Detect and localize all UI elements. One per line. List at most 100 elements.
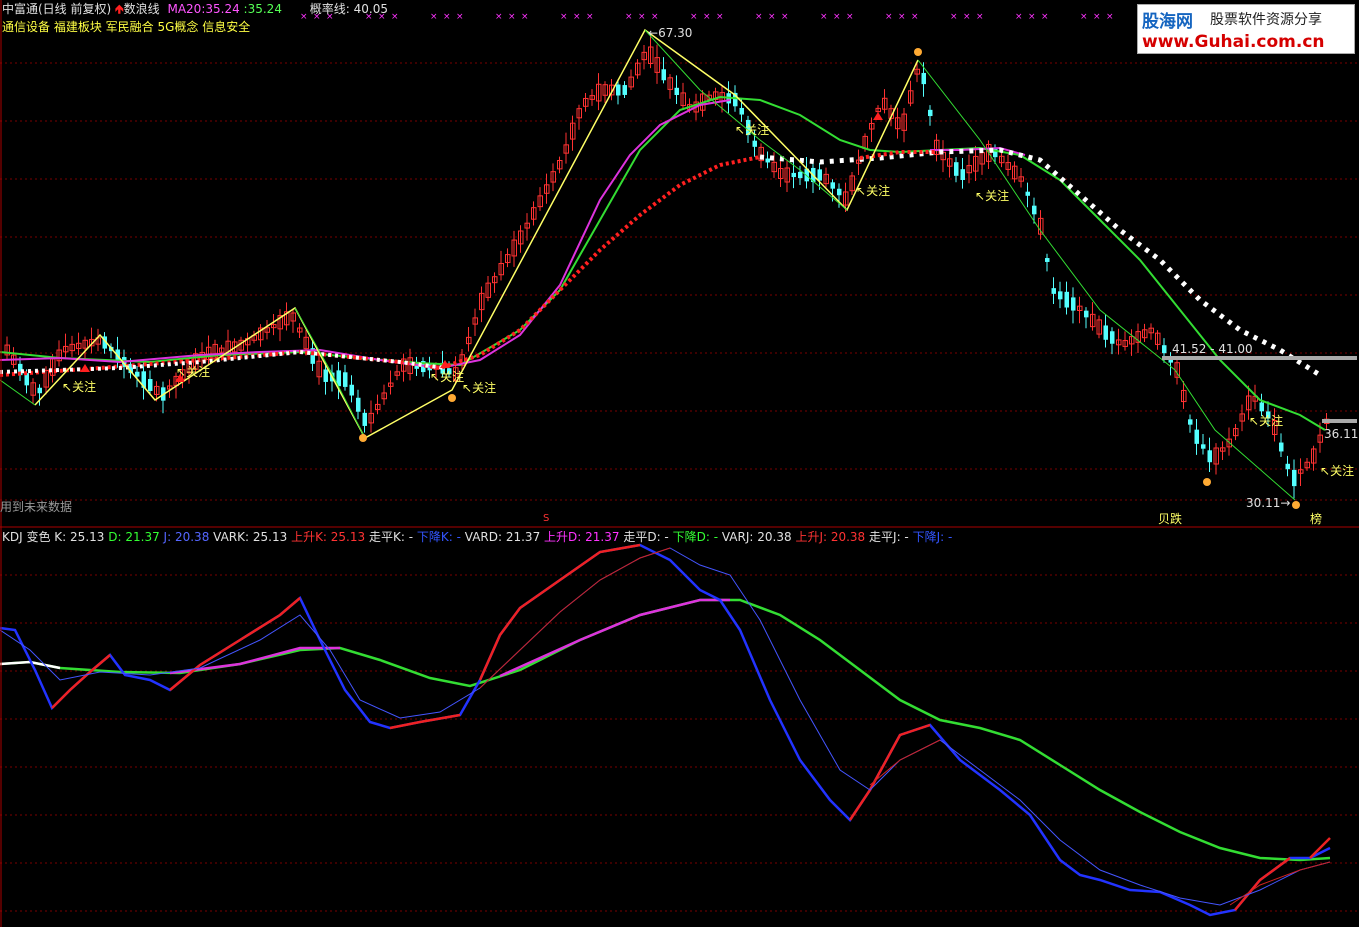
candle-body [1207,450,1212,463]
kdj-vark: VARK: 25.13 [213,530,288,544]
kdj-k-red [169,597,301,691]
top-marker: × [586,12,594,22]
buy-arrow-icon [873,112,883,120]
attention-marker: ↖关注 [462,381,497,395]
top-marker: × [911,12,919,22]
kdj-k-red [848,723,931,821]
kdj-j-label: J: [163,530,172,544]
kdj-d-line [0,660,61,670]
top-marker: × [456,12,464,22]
top-marker: × [625,12,633,22]
kdj-k-value: 25.13 [70,530,105,544]
logo-slogan: 股票软件资源分享 [1210,12,1322,28]
candle-body [837,188,842,196]
bottom-mark-s: S [543,513,550,524]
candle-body [148,379,153,391]
buy-arrow-icon [80,364,90,372]
kdj-up-d: 上升D: 21.37 [544,530,620,544]
candle-body [1162,345,1167,354]
attention-marker: ↖关注 [62,380,97,394]
candle-body [661,69,666,81]
kdj-down-d: 下降D: - [672,530,719,544]
candle-body [349,384,354,396]
top-marker: × [820,12,828,22]
kdj-k-red [51,654,111,709]
kdj-j-line [869,739,941,786]
right-price-label: 36.11 [1324,427,1359,441]
attention-marker: ↖关注 [176,365,211,379]
indicator-name: 数浪线 [123,2,160,16]
stock-chart-canvas[interactable]: × × × × × × × × × × × × × × × × × × × × × × × × × × × × × × × × × × × × × × × [0,0,1359,927]
candle-body [362,412,367,426]
candle-body [1071,297,1076,311]
kdj-name[interactable]: KDJ 变色 [2,530,50,544]
kdj-vard: VARD: 21.37 [464,530,541,544]
attention-marker: ↖关注 [975,189,1010,203]
top-marker: × [638,12,646,22]
candle-body [616,84,621,96]
candle-body [323,369,328,382]
concept-tags[interactable]: 通信设备 福建板块 军民融合 5G概念 信息安全 [2,20,250,34]
candle-body [1032,205,1037,215]
top-marker: × [950,12,958,22]
top-marker: × [781,12,789,22]
candle-body [356,397,361,412]
top-marker: × [690,12,698,22]
candle-body [135,371,140,377]
kdj-down-j: 下降J: - [912,530,953,544]
logo-url: www.Guhai.com.cn [1142,32,1325,52]
kdj-k-red [389,713,461,730]
candle-body [1285,463,1290,470]
top-marker: × [1015,12,1023,22]
stock-title[interactable]: 中富通(日线 前复权) [2,2,111,16]
candle-body [674,87,679,95]
site-logo[interactable]: 股海网 股票软件资源分享 www.Guhai.com.cn [1137,4,1355,54]
indicator-lines [0,28,1357,509]
top-marker: × [443,12,451,22]
kdj-flat-j: 走平J: - [869,530,909,544]
top-marker: × [651,12,659,22]
top-marker: × [716,12,724,22]
candle-body [1194,429,1199,444]
price-high-label: ←67.30 [648,26,693,40]
bottom-finger-icon [914,48,922,56]
kdj-d-value: 21.37 [125,530,160,544]
top-marker: × [963,12,971,22]
prob-line-value: 40.05 [353,2,389,16]
bottom-finger-icon [1203,478,1211,486]
ma20-value2: 35.24 [247,2,282,16]
red-arrow-icon: 🡹 [115,2,124,16]
candle-body [739,107,744,115]
kdj-varj: VARJ: 20.38 [721,530,792,544]
ma-green-line [0,95,1326,431]
top-marker: × [885,12,893,22]
bottom-mark-bang: 榜 [1310,512,1323,526]
attention-marker: ↖关注 [735,123,770,137]
candle-body [1025,191,1030,196]
top-marker: × [846,12,854,22]
top-marker: × [508,12,516,22]
candle-body [921,72,926,85]
candle-body [765,158,770,163]
attention-marker: ↖关注 [856,184,891,198]
kdj-k-line [0,543,1331,917]
future-data-note: 用到未来数据 [0,500,73,514]
candle-body [1051,288,1056,294]
candle-body [1259,402,1264,412]
top-marker: × [391,12,399,22]
candle-body [1084,310,1089,318]
ma20-label: MA20: [167,2,206,16]
chart-grid: × × × × × × × × × × × × × × × × × × × × × × × × × × × × × × × × × × × × × × × [0,12,1359,912]
top-marker: × [560,12,568,22]
top-marker: × [755,12,763,22]
attention-marker: ↖关注 [1249,414,1284,428]
kdj-d-line [499,598,730,678]
top-marker: × [768,12,776,22]
candle-body [1058,291,1063,300]
attention-marker: ↖关注 [430,370,465,384]
kdj-header: KDJ 变色 K: 25.13 D: 21.37 J: 20.38 VARK: … [2,530,952,544]
candle-body [1201,444,1206,449]
ma20-value: 35.24 [205,2,240,16]
kdj-d-line [0,598,1331,862]
candle-body [622,85,627,95]
